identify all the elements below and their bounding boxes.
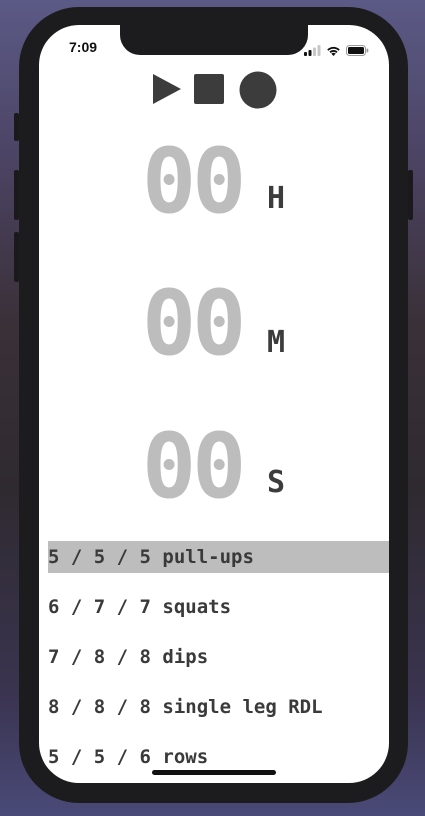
record-icon — [239, 71, 277, 113]
stop-button[interactable] — [194, 74, 224, 108]
wifi-icon — [326, 41, 341, 60]
exercise-item-rows[interactable]: 5 / 5 / 6 rows — [48, 741, 389, 783]
volume-up-button — [14, 170, 19, 220]
exercise-list: 5 / 5 / 5 pull-ups 6 / 7 / 7 squats 7 / … — [48, 541, 389, 783]
hours-value: 00 — [142, 129, 246, 234]
signal-icon — [304, 41, 321, 60]
status-time: 7:09 — [69, 39, 98, 55]
play-icon — [152, 74, 182, 109]
seconds-row: 00 S — [39, 422, 389, 522]
minutes-row: 00 M — [39, 279, 389, 379]
exercise-label: 7 / 8 / 8 dips — [48, 646, 209, 668]
power-button — [408, 170, 413, 220]
exercise-item-dips[interactable]: 7 / 8 / 8 dips — [48, 641, 389, 691]
battery-icon — [346, 41, 369, 60]
seconds-value: 00 — [142, 414, 246, 519]
exercise-label: 6 / 7 / 7 squats — [48, 596, 232, 618]
notch — [120, 25, 308, 55]
exercise-item-squats[interactable]: 6 / 7 / 7 squats — [48, 591, 389, 641]
exercise-label: 8 / 8 / 8 single leg RDL — [48, 696, 323, 718]
silent-switch — [14, 113, 19, 141]
minutes-value: 00 — [142, 271, 246, 376]
exercise-item-pull-ups[interactable]: 5 / 5 / 5 pull-ups — [48, 541, 389, 591]
hours-unit: H — [267, 181, 286, 216]
record-button[interactable] — [239, 71, 277, 113]
volume-down-button — [14, 232, 19, 282]
screen: 7:09 00 H 00 M 00 S 5 / 5 / 5 pull-ups 6… — [39, 25, 389, 783]
exercise-label: 5 / 5 / 6 rows — [48, 746, 209, 768]
exercise-label: 5 / 5 / 5 pull-ups — [48, 541, 389, 573]
controls-bar — [39, 71, 389, 111]
hours-row: 00 H — [39, 137, 389, 237]
home-indicator[interactable] — [152, 770, 276, 775]
exercise-item-single-leg-rdl[interactable]: 8 / 8 / 8 single leg RDL — [48, 691, 389, 741]
stop-icon — [194, 74, 224, 108]
seconds-unit: S — [267, 465, 286, 500]
minutes-unit: M — [267, 325, 286, 360]
play-button[interactable] — [152, 73, 182, 109]
status-icons — [304, 41, 369, 60]
